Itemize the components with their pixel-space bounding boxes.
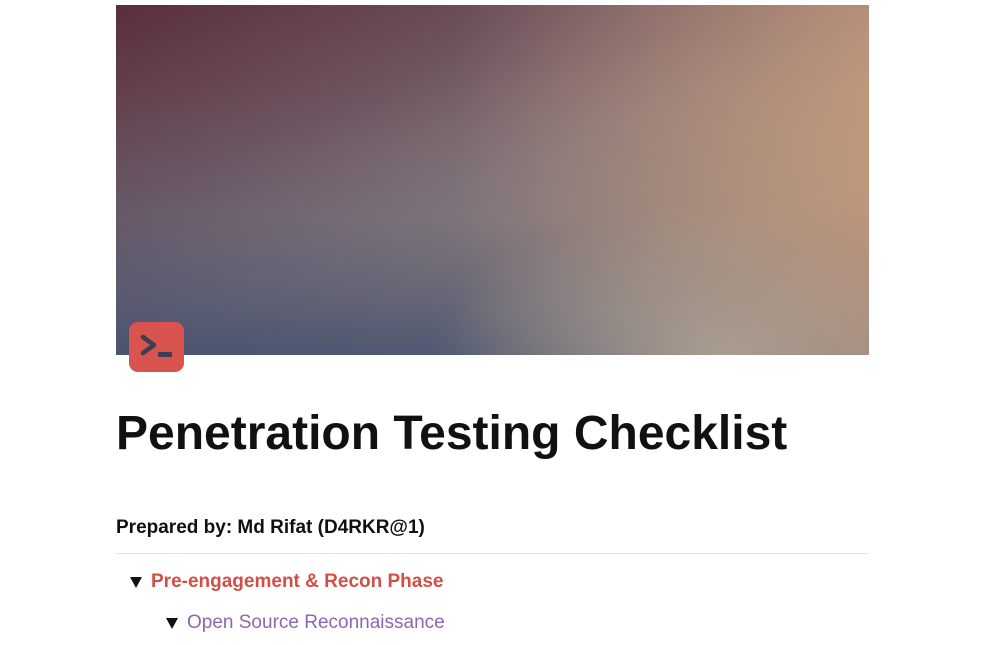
toggle-label: Pre-engagement & Recon Phase (151, 571, 444, 592)
toggle-expanded-icon[interactable] (166, 617, 178, 629)
terminal-prompt-icon[interactable] (129, 322, 184, 372)
page-title[interactable]: Penetration Testing Checklist (116, 404, 787, 464)
toggle-expanded-icon[interactable] (130, 576, 142, 588)
divider (116, 553, 868, 554)
toggle-open-source-reconnaissance[interactable]: Open Source Reconnaissance (166, 611, 445, 635)
toggle-label: Open Source Reconnaissance (187, 612, 445, 633)
notion-page: Penetration Testing Checklist Prepared b… (0, 0, 985, 645)
toggle-pre-engagement-recon-phase[interactable]: Pre-engagement & Recon Phase (130, 570, 443, 594)
cover-image[interactable] (116, 5, 869, 355)
prepared-by-text[interactable]: Prepared by: Md Rifat (D4RKR@1) (116, 516, 425, 540)
